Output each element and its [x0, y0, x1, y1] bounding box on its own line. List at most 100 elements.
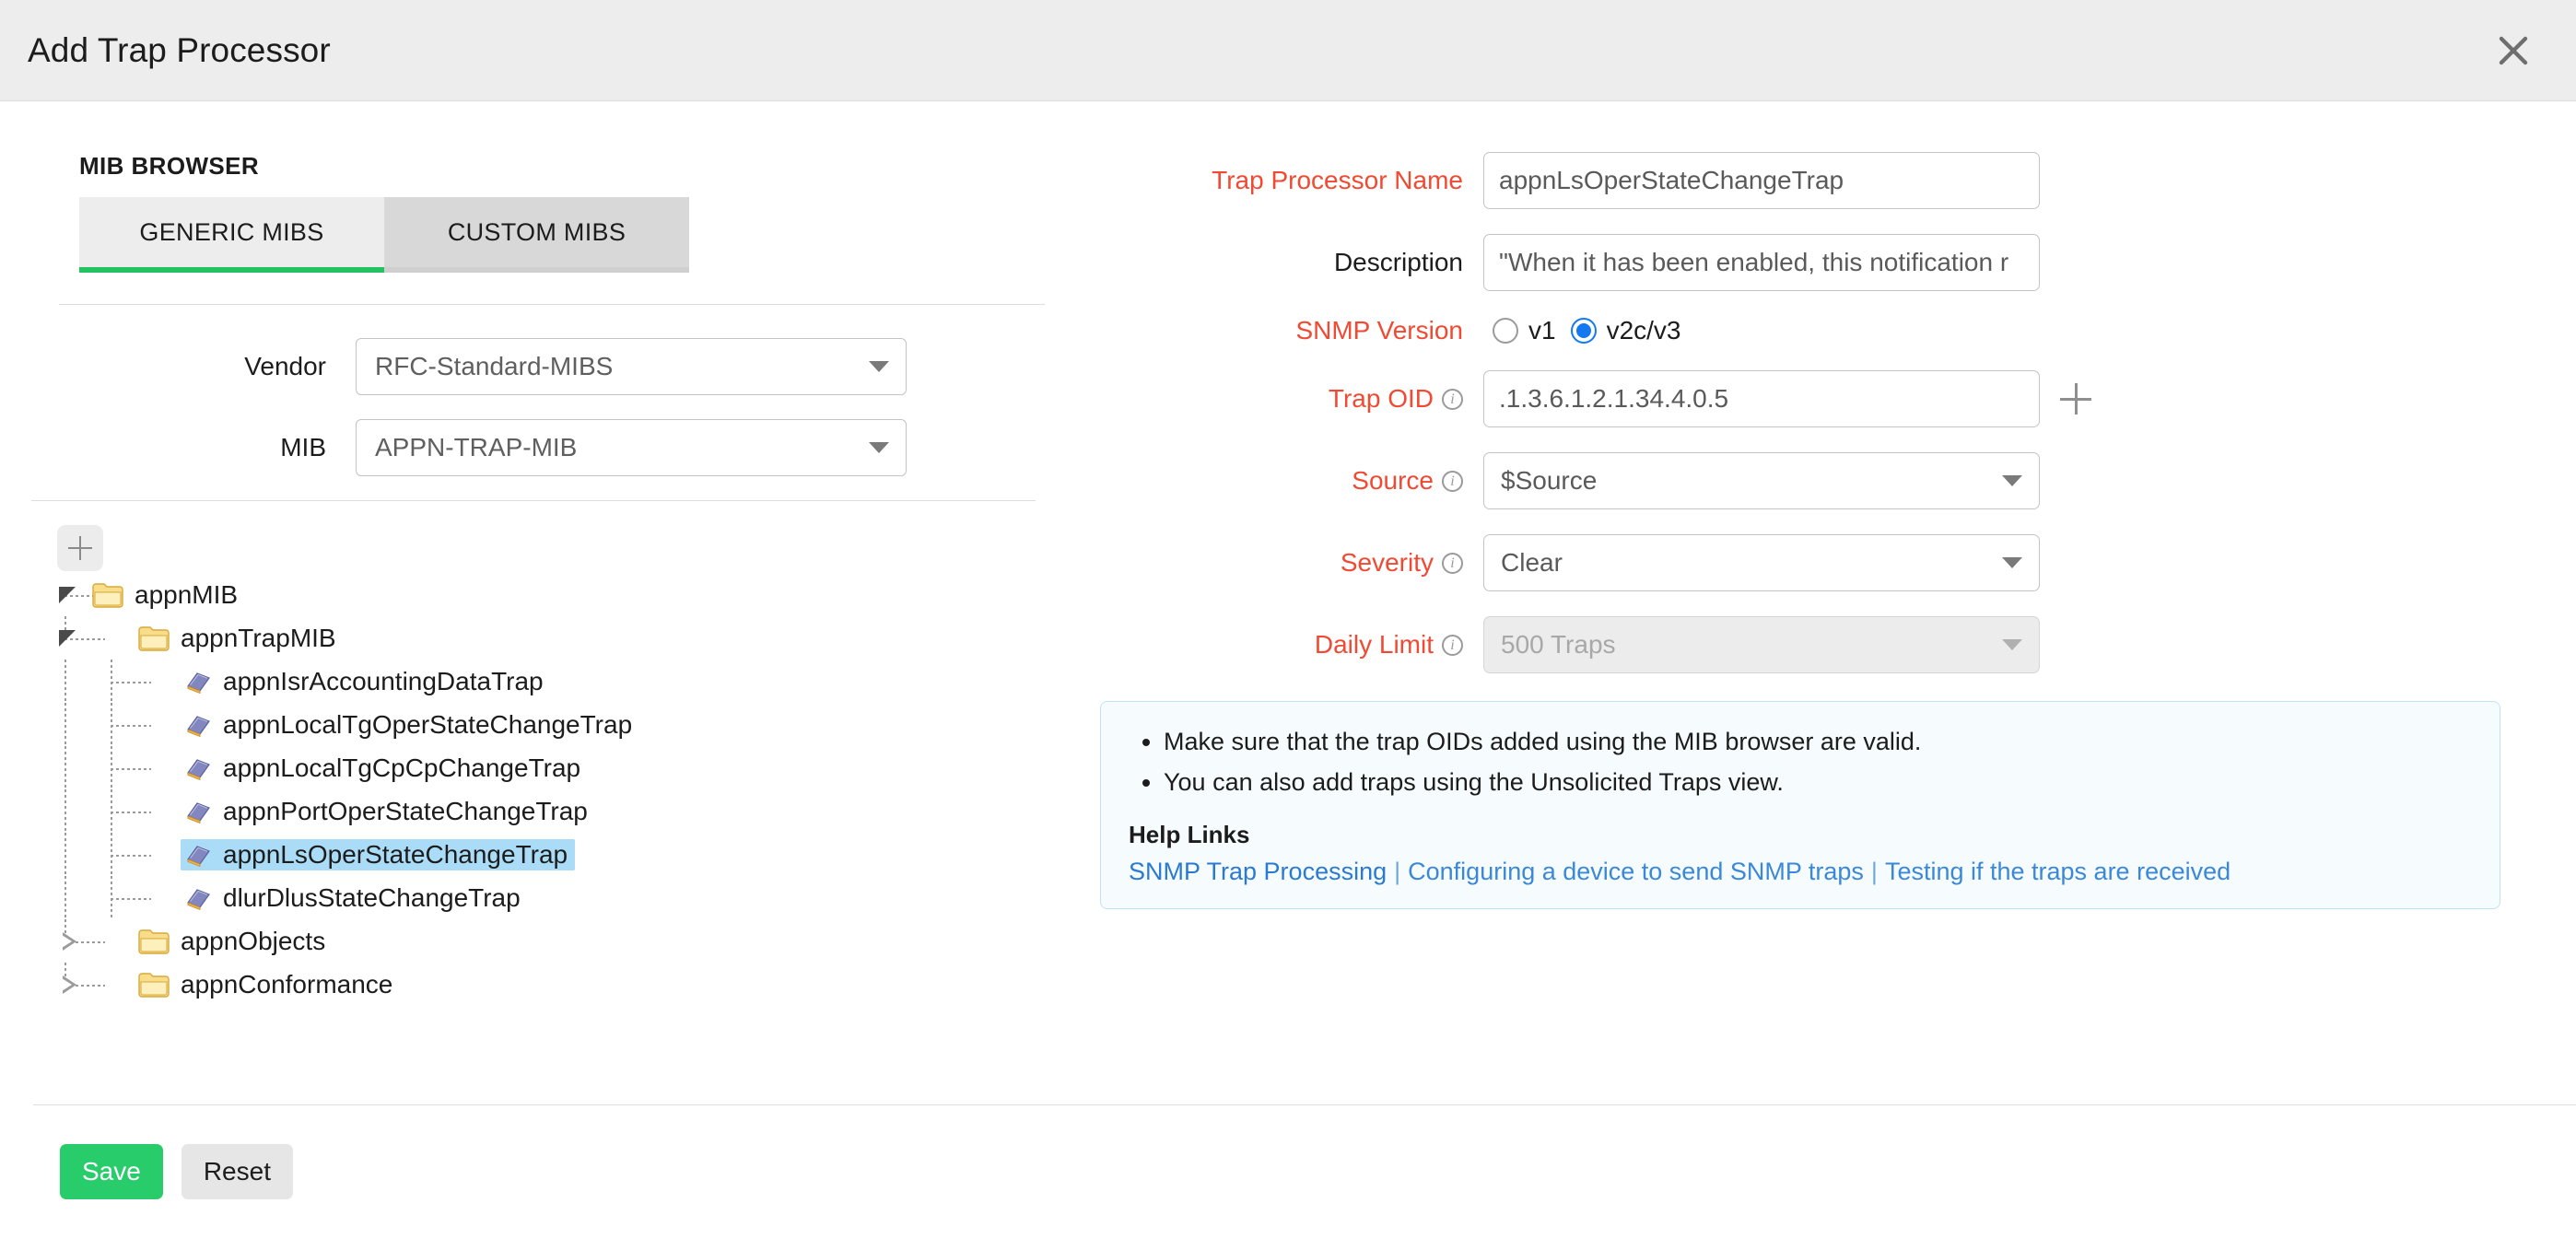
add-trap-processor-dialog: Add Trap Processor MIB BROWSER GENERIC M… — [0, 0, 2576, 1238]
description-label: Description — [1096, 248, 1483, 277]
tree-node[interactable]: dlurDlusStateChangeTrap — [79, 876, 1096, 919]
mib-selectors: Vendor RFC-Standard-MIBS MIB APPN-TRAP-M… — [79, 338, 1096, 476]
tree-guides — [79, 746, 181, 789]
page-title: Add Trap Processor — [28, 31, 331, 70]
tree-expander-open-icon[interactable] — [59, 630, 76, 647]
trap-processor-name-row: Trap Processor Name appnLsOperStateChang… — [1096, 152, 2502, 209]
mib-object-icon — [184, 843, 212, 867]
help-link-snmp-trap-processing[interactable]: SNMP Trap Processing — [1129, 858, 1387, 885]
tree-guide-line — [111, 725, 151, 727]
snmp-version-option-v1[interactable]: v1 — [1493, 316, 1556, 345]
snmp-version-label: SNMP Version — [1096, 316, 1483, 345]
mib-select[interactable]: APPN-TRAP-MIB — [356, 419, 907, 476]
tree-node[interactable]: appnTrapMIB — [79, 616, 1096, 660]
tree-guide-line — [111, 682, 151, 683]
tree-node[interactable]: appnIsrAccountingDataTrap — [79, 660, 1096, 703]
tree-node[interactable]: appnConformance — [79, 963, 1096, 1006]
tree-node-label: appnTrapMIB — [181, 625, 336, 651]
tree-guides — [79, 703, 181, 746]
mib-tree-container: appnMIB appnTrapMIB appnIsrAccountingDataT… — [79, 525, 1096, 1006]
tab-generic-mibs[interactable]: GENERIC MIBS — [79, 197, 384, 273]
help-bullet-list: Make sure that the trap OIDs added using… — [1132, 722, 2474, 802]
severity-select[interactable]: Clear — [1483, 534, 2040, 591]
mib-object-icon — [184, 713, 212, 737]
trap-processor-name-input[interactable]: appnLsOperStateChangeTrap — [1483, 152, 2040, 209]
trap-processor-name-label: Trap Processor Name — [1096, 166, 1483, 195]
trap-oid-label: Trap OID i — [1096, 384, 1483, 414]
help-link-separator: | — [1387, 858, 1408, 885]
tree-expander-closed-icon[interactable] — [63, 932, 76, 951]
severity-value: Clear — [1501, 548, 2002, 578]
mib-tabs: GENERIC MIBS CUSTOM MIBS — [79, 197, 690, 273]
mib-tree-divider — [31, 500, 1036, 501]
mib-object-icon — [184, 670, 212, 694]
tree-node[interactable]: appnLocalTgCpCpChangeTrap — [79, 746, 1096, 789]
mib-label: MIB — [79, 433, 356, 462]
save-button[interactable]: Save — [60, 1144, 163, 1199]
tree-node[interactable]: appnMIB — [79, 573, 1096, 616]
description-row: Description "When it has been enabled, t… — [1096, 234, 2502, 291]
help-box: Make sure that the trap OIDs added using… — [1100, 701, 2500, 909]
mib-object-icon — [184, 886, 212, 910]
tree-guide-line — [111, 855, 151, 857]
chevron-down-icon — [869, 442, 889, 453]
help-link-testing-traps[interactable]: Testing if the traps are received — [1885, 858, 2231, 885]
tree-guides — [79, 919, 135, 963]
tree-node-label: appnObjects — [181, 928, 325, 954]
trap-oid-input[interactable]: .1.3.6.1.2.1.34.4.0.5 — [1483, 370, 2040, 427]
vendor-select[interactable]: RFC-Standard-MIBS — [356, 338, 907, 395]
tree-guides — [79, 833, 181, 876]
mib-value: APPN-TRAP-MIB — [375, 433, 869, 462]
tree-node-content: appnObjects — [135, 926, 333, 957]
info-icon[interactable]: i — [1442, 635, 1463, 656]
trap-form-pane: Trap Processor Name appnLsOperStateChang… — [1096, 101, 2576, 1238]
source-row: Source i $Source — [1096, 452, 2502, 509]
tab-custom-mibs[interactable]: CUSTOM MIBS — [384, 197, 689, 273]
mib-object-icon — [184, 756, 212, 780]
tree-expander-open-icon[interactable] — [59, 587, 76, 603]
daily-limit-label: Daily Limit i — [1096, 630, 1483, 660]
snmp-version-radio-group: v1 v2c/v3 — [1483, 316, 1681, 345]
radio-unchecked-icon — [1493, 318, 1518, 344]
info-icon[interactable]: i — [1442, 553, 1463, 574]
tree-node-label: dlurDlusStateChangeTrap — [223, 885, 521, 911]
tree-guide-line — [64, 833, 66, 876]
tree-node-content: appnLsOperStateChangeTrap — [181, 839, 575, 870]
snmp-version-option-v2c-v3[interactable]: v2c/v3 — [1571, 316, 1681, 345]
tree-node[interactable]: appnObjects — [79, 919, 1096, 963]
tree-node-label: appnLocalTgOperStateChangeTrap — [223, 712, 632, 738]
tree-guide-line — [111, 898, 151, 900]
reset-button[interactable]: Reset — [181, 1144, 293, 1199]
source-value: $Source — [1501, 466, 2002, 496]
daily-limit-label-text: Daily Limit — [1315, 630, 1434, 660]
tree-node[interactable]: appnLsOperStateChangeTrap — [79, 833, 1096, 876]
plus-icon — [68, 536, 92, 560]
folder-icon — [138, 928, 170, 954]
tree-node-content: appnIsrAccountingDataTrap — [181, 666, 551, 697]
folder-icon — [138, 625, 170, 651]
mib-browser-heading: MIB BROWSER — [79, 152, 1096, 181]
info-icon[interactable]: i — [1442, 389, 1463, 410]
folder-icon — [92, 582, 123, 608]
source-select[interactable]: $Source — [1483, 452, 2040, 509]
tree-guide-line — [111, 812, 151, 813]
tree-node-label: appnLocalTgCpCpChangeTrap — [223, 755, 580, 781]
tree-node[interactable]: appnLocalTgOperStateChangeTrap — [79, 703, 1096, 746]
tree-guide-line — [64, 703, 66, 746]
tree-node-content: appnConformance — [135, 969, 400, 1000]
description-input[interactable]: "When it has been enabled, this notifica… — [1483, 234, 2040, 291]
tree-node[interactable]: appnPortOperStateChangeTrap — [79, 789, 1096, 833]
tree-node-content: appnLocalTgCpCpChangeTrap — [181, 753, 588, 784]
chevron-down-icon — [2002, 475, 2022, 486]
severity-row: Severity i Clear — [1096, 534, 2502, 591]
tree-guide-line — [111, 768, 151, 770]
add-trap-oid-icon[interactable] — [2060, 383, 2091, 415]
tree-guides — [79, 573, 88, 616]
close-icon[interactable] — [2489, 27, 2537, 75]
snmp-version-row: SNMP Version v1 v2c/v3 — [1096, 316, 2502, 345]
tree-expander-closed-icon[interactable] — [63, 975, 76, 994]
info-icon[interactable]: i — [1442, 471, 1463, 492]
tree-expand-all-button[interactable] — [57, 525, 103, 571]
help-link-configuring-device[interactable]: Configuring a device to send SNMP traps — [1408, 858, 1864, 885]
trap-oid-row: Trap OID i .1.3.6.1.2.1.34.4.0.5 — [1096, 370, 2502, 427]
